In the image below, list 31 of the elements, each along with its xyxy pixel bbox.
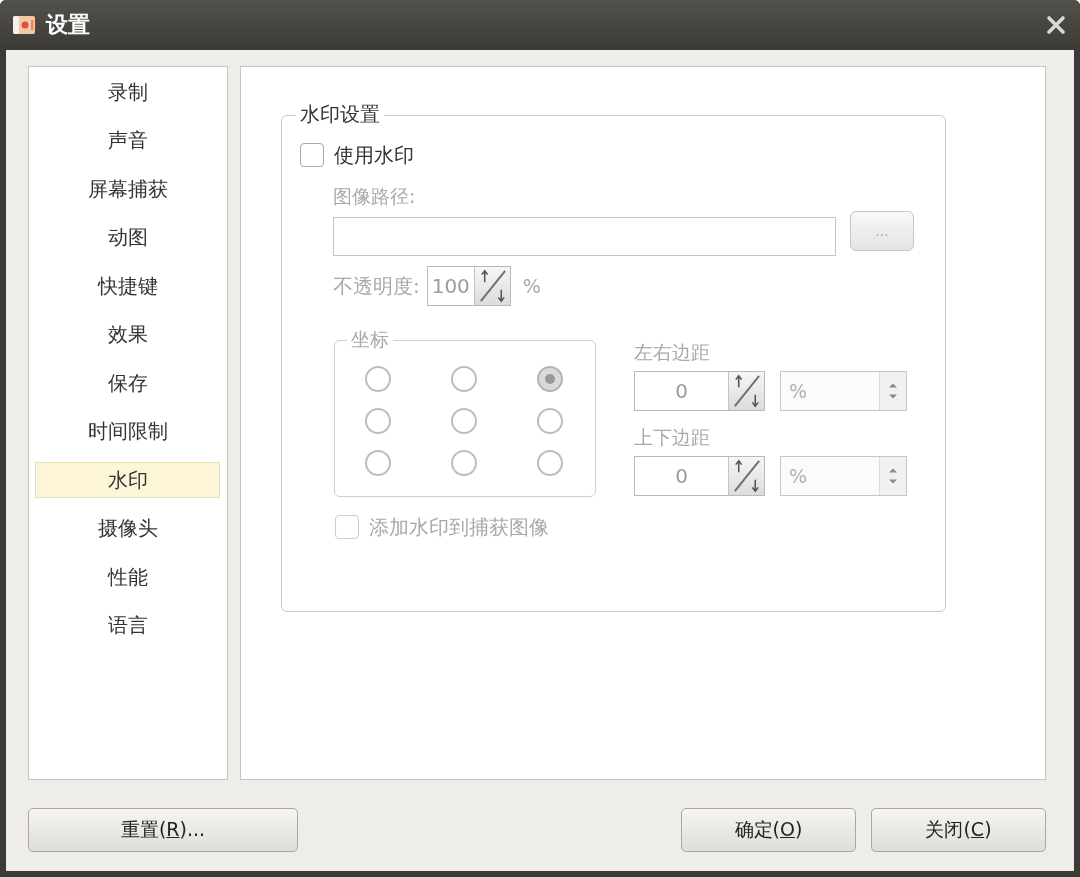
field-label: 左右边距	[634, 340, 711, 364]
sidebar-item[interactable]: 屏幕捕获	[35, 171, 220, 207]
close-icon	[1046, 15, 1066, 35]
sidebar-item[interactable]: 时间限制	[35, 413, 220, 450]
sidebar-item[interactable]: 性能	[35, 559, 220, 595]
sidebar-item[interactable]: 效果	[35, 316, 220, 353]
checkbox-label: 使用水印	[334, 143, 414, 167]
sidebar-item[interactable]: 水印	[35, 462, 220, 498]
checkbox[interactable]	[300, 143, 324, 167]
sidebar-item[interactable]: 摄像头	[35, 510, 220, 547]
app-icon	[12, 13, 36, 37]
sidebar-item[interactable]: 动图	[35, 219, 220, 256]
field-label: 图像路径:	[333, 184, 417, 208]
sidebar-item[interactable]: 录制	[35, 74, 220, 110]
up-down-caret-icon	[879, 372, 906, 410]
sidebar-item[interactable]: 语言	[35, 607, 220, 644]
group-title: 坐标	[347, 327, 393, 351]
unit-label: %	[522, 273, 541, 298]
field-label: 不透明度:	[333, 273, 420, 298]
window-title: 设置	[46, 11, 90, 39]
sidebar-item[interactable]: 声音	[35, 122, 220, 159]
up-down-caret-icon	[879, 457, 906, 495]
sidebar-item[interactable]: 保存	[35, 365, 220, 401]
group-title: 水印设置	[296, 102, 384, 126]
field-label: 上下边距	[634, 425, 711, 449]
dialog-button[interactable]: 确定(O)	[681, 808, 856, 852]
dialog-button[interactable]: 重置(R)...	[28, 808, 298, 852]
sidebar-item[interactable]: 快捷键	[35, 268, 220, 304]
checkbox-label: 添加水印到捕获图像	[369, 515, 549, 539]
close-button[interactable]	[1046, 15, 1066, 35]
dialog-button[interactable]: 关闭(C)	[871, 808, 1046, 852]
